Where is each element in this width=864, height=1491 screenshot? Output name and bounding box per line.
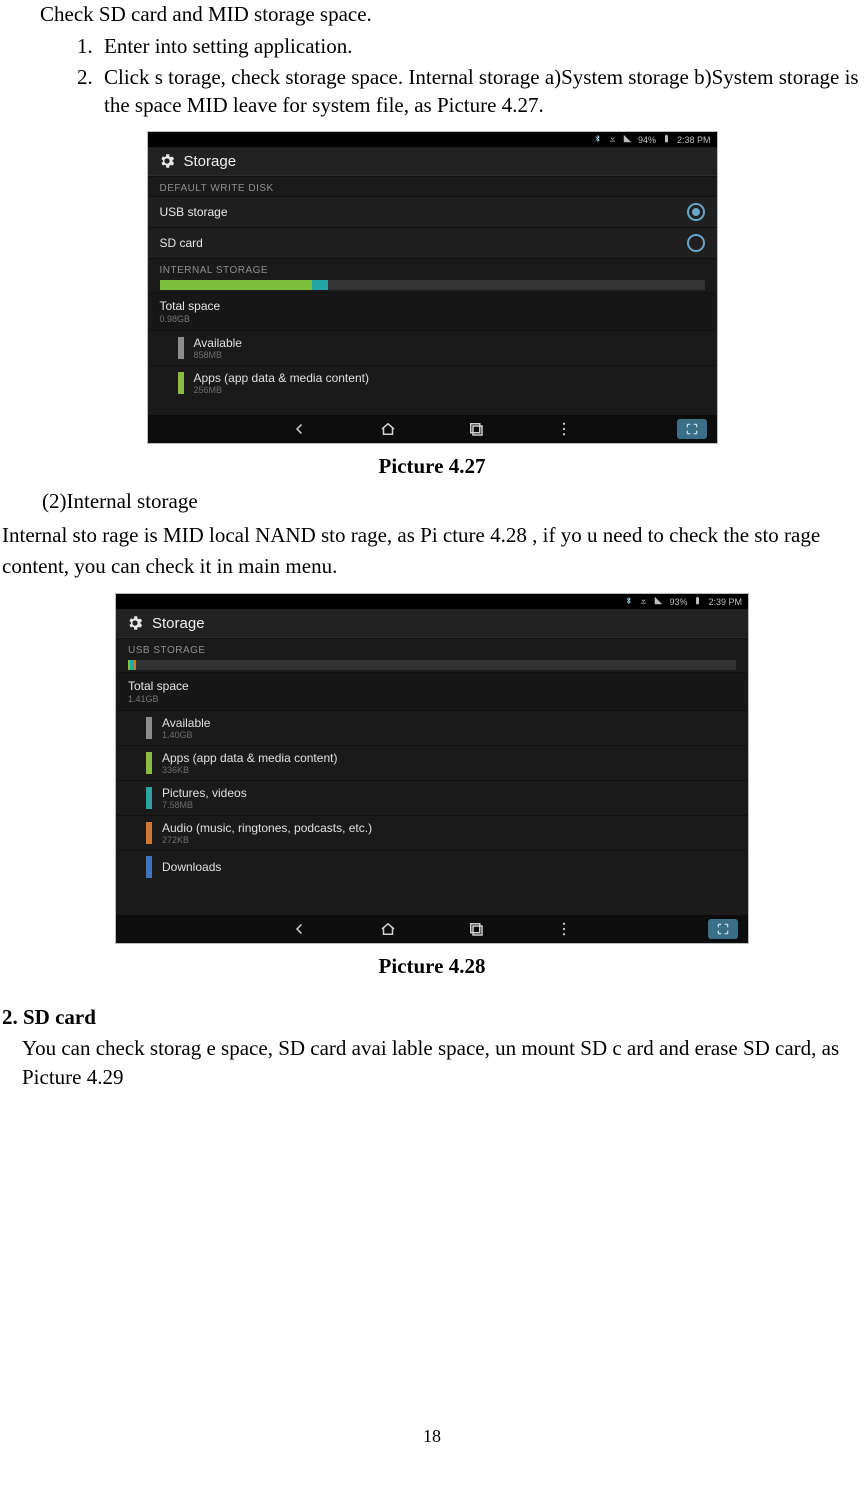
caption-4-27: Picture 4.27 [0,454,864,479]
bluetooth-icon [624,596,633,607]
item-label: Available [162,716,210,730]
screenshot-pill-icon[interactable] [677,419,707,439]
item-value: 336KB [162,765,337,775]
section-default-write: DEFAULT WRITE DISK [148,176,717,196]
nav-bar [148,415,717,443]
item-value: 1.40GB [162,730,210,740]
caption-4-28: Picture 4.28 [0,954,864,979]
gear-icon [126,614,144,632]
row-available[interactable]: Available 858MB [148,330,717,365]
back-icon[interactable] [291,920,309,938]
settings-titlebar[interactable]: Storage [116,609,748,638]
battery-pct: 94% [638,135,656,145]
swatch-icon [146,787,152,809]
item-label: Pictures, videos [162,786,247,800]
intro-text: Check SD card and MID storage space. [40,0,844,28]
title-text: Storage [184,153,237,170]
bluetooth-icon [593,134,602,145]
row-total-space[interactable]: Total space 1.41GB [116,672,748,710]
available-value: 858MB [194,350,242,360]
signal-icon [654,596,663,607]
status-bar: 93% 2:39 PM [116,594,748,609]
swatch-icon [146,717,152,739]
swatch-available [178,337,184,359]
steps-list: Enter into setting application. Click s … [58,32,864,119]
item-value: 7.58MB [162,800,247,810]
page-number: 18 [0,1426,864,1447]
total-space-label: Total space [160,299,221,313]
radio-off-icon[interactable] [687,234,705,252]
item-label: Audio (music, ringtones, podcasts, etc.) [162,821,372,835]
download-icon [608,134,617,145]
menu-dots-icon[interactable] [555,420,573,438]
subhead-internal-storage: (2)Internal storage [42,489,864,514]
row-total-space[interactable]: Total space 0.98GB [148,292,717,330]
home-icon[interactable] [379,420,397,438]
title-text: Storage [152,615,205,632]
swatch-icon [146,856,152,878]
signal-icon [623,134,632,145]
step-2: Click s torage, check storage space. Int… [98,63,864,120]
swatch-icon [146,752,152,774]
list-item[interactable]: Audio (music, ringtones, podcasts, etc.)… [116,815,748,850]
menu-dots-icon[interactable] [555,920,573,938]
row-sd-card[interactable]: SD card [148,227,717,258]
clock-text: 2:38 PM [677,135,711,145]
bar-segment [312,280,328,290]
total-space-value: 1.41GB [128,694,189,704]
storage-usage-bar [128,660,736,670]
radio-on-icon[interactable] [687,203,705,221]
available-label: Available [194,336,242,350]
section-internal: INTERNAL STORAGE [148,258,717,278]
sd-card-label: SD card [160,236,203,250]
total-space-label: Total space [128,679,189,693]
battery-icon [693,596,702,607]
home-icon[interactable] [379,920,397,938]
paragraph-internal-storage: Internal sto rage is MID local NAND sto … [2,520,862,581]
step-1: Enter into setting application. [98,32,864,60]
item-label: Apps (app data & media content) [162,751,337,765]
page: Check SD card and MID storage space. Ent… [0,0,864,1491]
screenshot-4-27: 94% 2:38 PM Storage DEFAULT WRITE DISK U… [147,131,718,444]
list-item[interactable]: Pictures, videos7.58MB [116,780,748,815]
bar-segment [160,280,313,290]
swatch-apps [178,372,184,394]
nav-bar [116,915,748,943]
recent-icon[interactable] [467,420,485,438]
list-item[interactable]: Available1.40GB [116,710,748,745]
screenshot-4-28: 93% 2:39 PM Storage USB STORAGE Total sp… [115,593,749,944]
clock-text: 2:39 PM [708,597,742,607]
screenshot-pill-icon[interactable] [708,919,738,939]
battery-icon [662,134,671,145]
section-usb-storage: USB STORAGE [116,638,748,658]
status-bar: 94% 2:38 PM [148,132,717,147]
row-usb-storage[interactable]: USB storage [148,196,717,227]
usb-storage-label: USB storage [160,205,228,219]
back-icon[interactable] [291,420,309,438]
apps-value: 256MB [194,385,369,395]
item-value: 272KB [162,835,372,845]
list-item[interactable]: Downloads [116,850,748,883]
storage-usage-bar [160,280,705,290]
recent-icon[interactable] [467,920,485,938]
settings-titlebar[interactable]: Storage [148,147,717,176]
row-apps[interactable]: Apps (app data & media content) 256MB [148,365,717,400]
total-space-value: 0.98GB [160,314,221,324]
list-item[interactable]: Apps (app data & media content)336KB [116,745,748,780]
swatch-icon [146,822,152,844]
gear-icon [158,152,176,170]
section-sd-card-head: 2. SD card [2,1005,864,1030]
bar-segment [134,660,136,670]
battery-pct: 93% [669,597,687,607]
item-label: Downloads [162,860,221,874]
download-icon [639,596,648,607]
apps-label: Apps (app data & media content) [194,371,369,385]
section-sd-card-body: You can check storag e space, SD card av… [22,1034,844,1091]
